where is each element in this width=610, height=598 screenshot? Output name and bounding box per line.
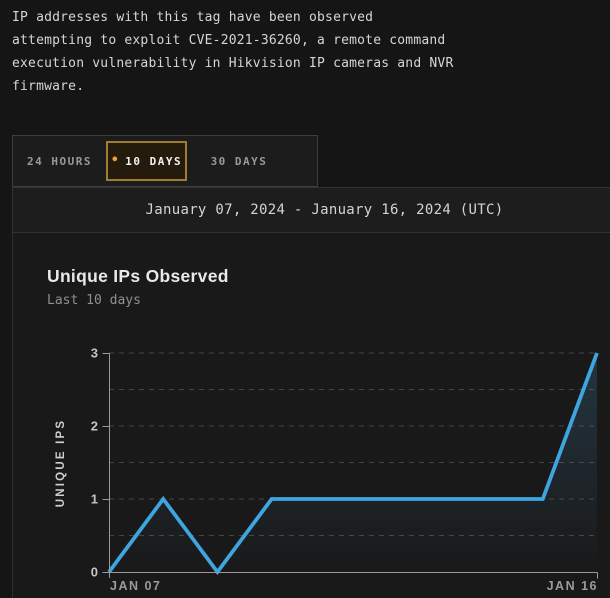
tag-description: IP addresses with this tag have been obs… — [12, 6, 492, 98]
time-range-tabbar: 24 HOURS • 10 DAYS 30 DAYS — [12, 135, 318, 187]
description-line: firmware. — [12, 79, 85, 94]
unique-ips-line-chart: 0 1 2 3 JAN 07 JAN 16 UNIQUE IPS — [55, 346, 599, 593]
unique-ips-chart-panel: Unique IPs Observed Last 10 days 0 1 2 3 JAN… — [12, 233, 610, 598]
active-tab-dot-icon: • — [110, 152, 121, 168]
description-line: IP addresses with this tag have been obs… — [12, 10, 374, 25]
description-line: attempting to exploit CVE-2021-36260, a … — [12, 33, 446, 48]
y-tick-label: 0 — [91, 565, 98, 580]
tab-24-hours-label: 24 HOURS — [27, 154, 92, 168]
y-tick-label: 2 — [91, 419, 98, 434]
date-range-text: January 07, 2024 - January 16, 2024 (UTC… — [145, 202, 504, 218]
tab-10-days-label: 10 DAYS — [125, 154, 183, 168]
tab-24-hours[interactable]: 24 HOURS — [13, 136, 106, 186]
y-tick-label: 1 — [91, 492, 98, 507]
description-line: execution vulnerability in Hikvision IP … — [12, 56, 454, 71]
date-range-bar: January 07, 2024 - January 16, 2024 (UTC… — [12, 187, 610, 233]
tab-30-days-label: 30 DAYS — [210, 154, 268, 168]
tab-10-days[interactable]: • 10 DAYS — [106, 141, 187, 181]
tab-30-days[interactable]: 30 DAYS — [187, 136, 291, 186]
y-axis-title: UNIQUE IPS — [55, 419, 67, 507]
y-tick-label: 3 — [91, 346, 98, 361]
x-tick-label-start: JAN 07 — [110, 579, 161, 593]
x-tick-label-end: JAN 16 — [547, 579, 598, 593]
